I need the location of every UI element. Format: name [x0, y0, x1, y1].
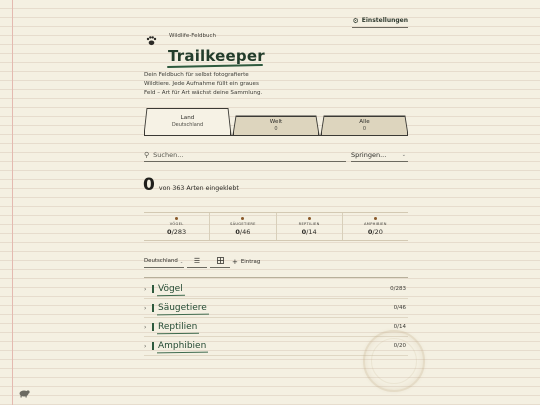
jump-label: Springen... — [351, 150, 387, 159]
stat-voegel: VÖGEL 0/283 — [144, 213, 211, 240]
stat-value: 0/283 — [167, 228, 186, 236]
chevron-down-icon: ⌄ — [401, 151, 406, 158]
tabs-baseline — [144, 135, 408, 136]
region-label: Deutschland — [144, 258, 178, 264]
stat-dot — [307, 217, 311, 220]
list-view-button[interactable]: ☰ — [187, 255, 207, 268]
list-view-icon: ☰ — [193, 257, 201, 265]
gear-icon: ⚙ — [352, 16, 359, 25]
stat-value: 0/46 — [235, 228, 250, 236]
tab-label: Welt — [269, 119, 283, 125]
stat-total: /46 — [239, 228, 251, 236]
category-name: Amphibien — [158, 341, 207, 351]
category-count: 0/283 — [390, 286, 406, 292]
coffee-stain-decoration — [363, 330, 425, 392]
category-count: 0/46 — [393, 305, 406, 311]
tab-count: 0 — [362, 126, 367, 132]
tab-label: Land — [180, 115, 195, 121]
paw-icon — [145, 36, 157, 46]
stat-label: SÄUGETIERE — [229, 222, 256, 226]
chevron-right-icon: › — [144, 323, 147, 331]
settings-button[interactable]: ⚙ Einstellungen — [352, 14, 408, 28]
plus-icon: + — [232, 257, 238, 266]
intro-line: Dein Feldbuch für selbst fotografierte — [144, 72, 249, 78]
intro-line: Feld – Art für Art wächst deine Sammlung… — [144, 90, 263, 97]
entry-label: Eintrag — [240, 258, 261, 265]
stat-reptilien: REPTILIEN 0/14 — [277, 213, 343, 240]
stat-dot — [241, 217, 245, 220]
stat-label: REPTILIEN — [298, 222, 320, 226]
intro-line: Wildtiere. Jede Aufnahme füllt ein graue… — [144, 81, 259, 88]
stat-value: 0/14 — [302, 228, 317, 236]
tab-welt[interactable]: Welt 0 — [233, 116, 319, 135]
toolbar-divider — [144, 277, 408, 278]
settings-label: Einstellungen — [361, 17, 408, 24]
stat-dot — [373, 217, 377, 220]
chevron-right-icon: › — [144, 342, 147, 350]
tab-alle[interactable]: Alle 0 — [321, 116, 408, 135]
stats-divider — [144, 240, 408, 241]
list-toolbar: Deutschland ⌄ ☰ + Eintrag — [144, 255, 408, 269]
chevron-right-icon: › — [144, 285, 147, 293]
search-field: ⚲ — [144, 148, 346, 162]
tab-land[interactable]: Land Deutschland — [144, 108, 231, 135]
class-stats: VÖGEL 0/283 SÄUGETIERE 0/46 REPTILIEN 0/… — [144, 213, 408, 240]
category-name: Vögel — [158, 284, 183, 294]
stat-saeugetiere: SÄUGETIERE 0/46 — [210, 213, 277, 240]
region-select[interactable]: Deutschland ⌄ — [144, 255, 184, 268]
collected-text: von 363 Arten eingeklebt — [158, 185, 239, 192]
jump-select[interactable]: Springen... ⌄ — [351, 148, 408, 162]
category-name: Reptilien — [158, 322, 198, 332]
stat-total: /14 — [306, 228, 317, 236]
category-marker — [152, 304, 154, 312]
search-icon: ⚲ — [144, 150, 150, 159]
stat-dot — [175, 217, 179, 220]
category-marker — [152, 342, 154, 350]
collected-count: 0 — [143, 175, 155, 195]
category-row[interactable]: › Reptilien 0/14 — [144, 318, 408, 337]
tab-sub: Deutschland — [171, 122, 204, 128]
grid-view-button[interactable] — [210, 255, 230, 268]
stat-value: 0/20 — [368, 228, 383, 236]
stat-amphibien: AMPHIBIEN 0/20 — [343, 213, 408, 240]
stat-label: VÖGEL — [169, 222, 184, 226]
stat-total: /20 — [372, 228, 383, 236]
category-name: Säugetiere — [158, 303, 207, 313]
collection-counter: 0 von 363 Arten eingeklebt — [143, 175, 239, 195]
grid-view-icon — [216, 256, 224, 266]
animal-icon[interactable] — [18, 383, 30, 398]
search-input[interactable] — [153, 150, 334, 159]
page: ⚙ Einstellungen Wildlife-Feldbuch Trailk… — [0, 0, 540, 405]
chevron-right-icon: › — [144, 304, 147, 312]
app-eyebrow: Wildlife-Feldbuch — [169, 33, 216, 39]
stat-label: AMPHIBIEN — [364, 222, 387, 226]
chevron-down-icon: ⌄ — [179, 258, 184, 264]
tab-label: Alle — [359, 119, 370, 125]
add-entry-button[interactable]: + Eintrag — [232, 255, 260, 268]
category-marker — [152, 285, 154, 293]
app-title: Trailkeeper — [168, 47, 265, 65]
scope-tabs: Land Deutschland Welt 0 Alle 0 — [144, 108, 408, 136]
category-marker — [152, 323, 154, 331]
category-row[interactable]: › Säugetiere 0/46 — [144, 299, 408, 318]
category-row[interactable]: › Vögel 0/283 — [144, 280, 408, 299]
stat-total: /283 — [171, 228, 187, 236]
tab-count: 0 — [274, 126, 278, 132]
intro-text: Dein Feldbuch für selbst fotografierte W… — [144, 71, 304, 99]
